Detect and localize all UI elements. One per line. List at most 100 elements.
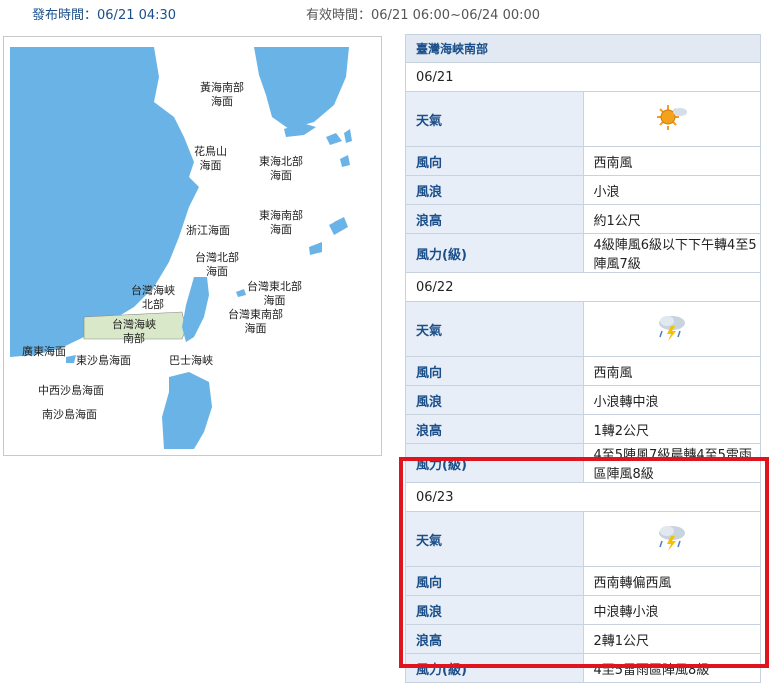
small-island	[236, 289, 246, 297]
zone-label-line2: 海面	[270, 223, 292, 236]
wind-direction-label: 風向	[405, 566, 584, 596]
zone-label-line2: 海面	[270, 169, 292, 182]
zone-yellow-sea-south[interactable]: 黃海南部 海面	[200, 81, 244, 109]
zone-taiwan-ne[interactable]: 台灣東北部 海面	[247, 280, 302, 308]
region-row: 臺灣海峽南部	[405, 34, 761, 63]
valid-time-value: 06/21 06:00~06/24 00:00	[371, 8, 541, 23]
zone-nansha[interactable]: 南沙島海面	[42, 408, 97, 422]
weather-row: 天氣	[405, 301, 761, 357]
publish-label: 發布時間：	[32, 8, 98, 23]
zone-label-line1: 台灣東北部	[247, 280, 302, 293]
wind-direction-value: 西南風	[582, 356, 761, 386]
wave-height-label: 浪高	[405, 624, 584, 654]
zone-label-line1: 東海北部	[259, 155, 303, 168]
wave-label: 風浪	[405, 595, 584, 625]
wind-force-row: 風力(級) 4至5雷雨區陣風8級	[405, 653, 761, 683]
wind-force-value: 4至5陣風7級晨轉4至5雷雨區陣風8級	[582, 443, 761, 483]
zone-label-line2: 海面	[244, 322, 267, 335]
weather-label: 天氣	[405, 301, 584, 357]
date-row: 06/22	[405, 272, 761, 302]
zone-taiwan-strait-north[interactable]: 台灣海峽 北部	[131, 284, 175, 312]
zone-taiwan-north[interactable]: 台灣北部 海面	[195, 251, 239, 279]
wave-height-row: 浪高 2轉1公尺	[405, 624, 761, 654]
zone-east-sea-south[interactable]: 東海南部 海面	[259, 209, 303, 237]
sunny-cloud-icon	[656, 105, 687, 130]
zone-taiwan-se[interactable]: 台灣東南部 海面	[228, 308, 283, 336]
wave-value: 中浪轉小浪	[582, 595, 761, 625]
korea-land	[254, 47, 349, 129]
wind-force-value: 4至5雷雨區陣風8級	[582, 653, 761, 683]
weather-label: 天氣	[405, 91, 584, 147]
forecast-date: 06/21	[405, 62, 761, 92]
wind-direction-label: 風向	[405, 356, 584, 386]
header-bar: 發布時間：06/21 04:30 有效時間：06/21 06:00~06/24 …	[0, 0, 769, 26]
coast-islands	[66, 355, 76, 363]
weather-row: 天氣	[405, 91, 761, 147]
zone-label-line1: 台灣東南部	[228, 308, 283, 321]
valid-label: 有效時間：	[306, 8, 372, 23]
zone-label-line1: 中西沙島海面	[38, 384, 104, 397]
date-row: 06/23	[405, 482, 761, 512]
zone-east-sea-north[interactable]: 東海北部 海面	[259, 155, 303, 183]
wave-height-row: 浪高 1轉2公尺	[405, 414, 761, 444]
publish-time-value: 06/21 04:30	[97, 8, 177, 23]
zone-taiwan-strait-south[interactable]: 台灣海峽 南部	[112, 318, 156, 346]
wind-direction-row: 風向 西南風	[405, 146, 761, 176]
zone-label-line2: 海面	[263, 294, 286, 307]
wind-force-row: 風力(級) 4至5陣風7級晨轉4至5雷雨區陣風8級	[405, 443, 761, 483]
forecast-date: 06/23	[405, 482, 761, 512]
zone-label-line1: 浙江海面	[186, 224, 230, 237]
zone-label-line2: 海面	[199, 159, 222, 172]
zone-label-line1: 東海南部	[259, 209, 303, 222]
weather-row: 天氣	[405, 511, 761, 567]
zone-label-line1: 花鳥山	[194, 145, 227, 158]
zone-label-line1: 南沙島海面	[42, 408, 97, 421]
zone-zhejiang[interactable]: 浙江海面	[186, 224, 230, 238]
zone-label-line2: 北部	[142, 298, 164, 311]
wind-force-label: 風力(級)	[405, 653, 584, 683]
weather-icon-cell	[582, 91, 761, 147]
publish-time: 發布時間：06/21 04:30	[32, 4, 176, 23]
forecast-date: 06/22	[405, 272, 761, 302]
wave-height-value: 2轉1公尺	[582, 624, 761, 654]
weather-icon-cell	[582, 301, 761, 357]
zone-central-west-sha[interactable]: 中西沙島海面	[38, 384, 104, 398]
zone-label-line1: 台灣海峽	[131, 284, 175, 297]
taiwan-land	[182, 277, 209, 342]
wave-label: 風浪	[405, 175, 584, 205]
zone-huaniaoshan[interactable]: 花鳥山 海面	[194, 145, 227, 173]
wave-value: 小浪	[582, 175, 761, 205]
wave-height-row: 浪高 約1公尺	[405, 204, 761, 234]
wind-force-label: 風力(級)	[405, 233, 584, 273]
wind-direction-label: 風向	[405, 146, 584, 176]
zone-label-line1: 台灣海峽	[112, 318, 156, 331]
zone-label-line1: 台灣北部	[195, 251, 239, 264]
wave-height-value: 1轉2公尺	[582, 414, 761, 444]
zone-label-line1: 黃海南部	[200, 81, 244, 94]
date-row: 06/21	[405, 62, 761, 92]
zone-dongsha[interactable]: 東沙島海面	[76, 354, 131, 368]
wind-direction-row: 風向 西南轉偏西風	[405, 566, 761, 596]
luzon-land	[162, 372, 212, 449]
wind-direction-value: 西南轉偏西風	[582, 566, 761, 596]
zone-label-line1: 東沙島海面	[76, 354, 131, 367]
wind-force-row: 風力(級) 4級陣風6級以下下午轉4至5陣風7級	[405, 233, 761, 273]
wind-force-label: 風力(級)	[405, 443, 584, 483]
wind-direction-value: 西南風	[582, 146, 761, 176]
zone-bashi[interactable]: 巴士海峽	[169, 354, 213, 368]
region-title: 臺灣海峽南部	[405, 34, 761, 63]
wind-force-value: 4級陣風6級以下下午轉4至5陣風7級	[582, 233, 761, 273]
zone-label-line2: 海面	[211, 95, 233, 108]
thunderstorm-icon	[658, 316, 685, 341]
zone-guangdong[interactable]: 廣東海面	[22, 345, 66, 359]
zone-label-line1: 巴士海峽	[169, 354, 213, 367]
forecast-table: 臺灣海峽南部 06/21 天氣 風向 西南風 風浪 小浪 浪高 約1公尺 風力(級) 4…	[405, 34, 761, 683]
wave-row: 風浪 中浪轉小浪	[405, 595, 761, 625]
wave-row: 風浪 小浪	[405, 175, 761, 205]
wave-height-value: 約1公尺	[582, 204, 761, 234]
zone-label-line2: 海面	[206, 265, 228, 278]
wind-direction-row: 風向 西南風	[405, 356, 761, 386]
wave-value: 小浪轉中浪	[582, 385, 761, 415]
zone-label-line2: 南部	[123, 332, 145, 345]
wave-height-label: 浪高	[405, 204, 584, 234]
